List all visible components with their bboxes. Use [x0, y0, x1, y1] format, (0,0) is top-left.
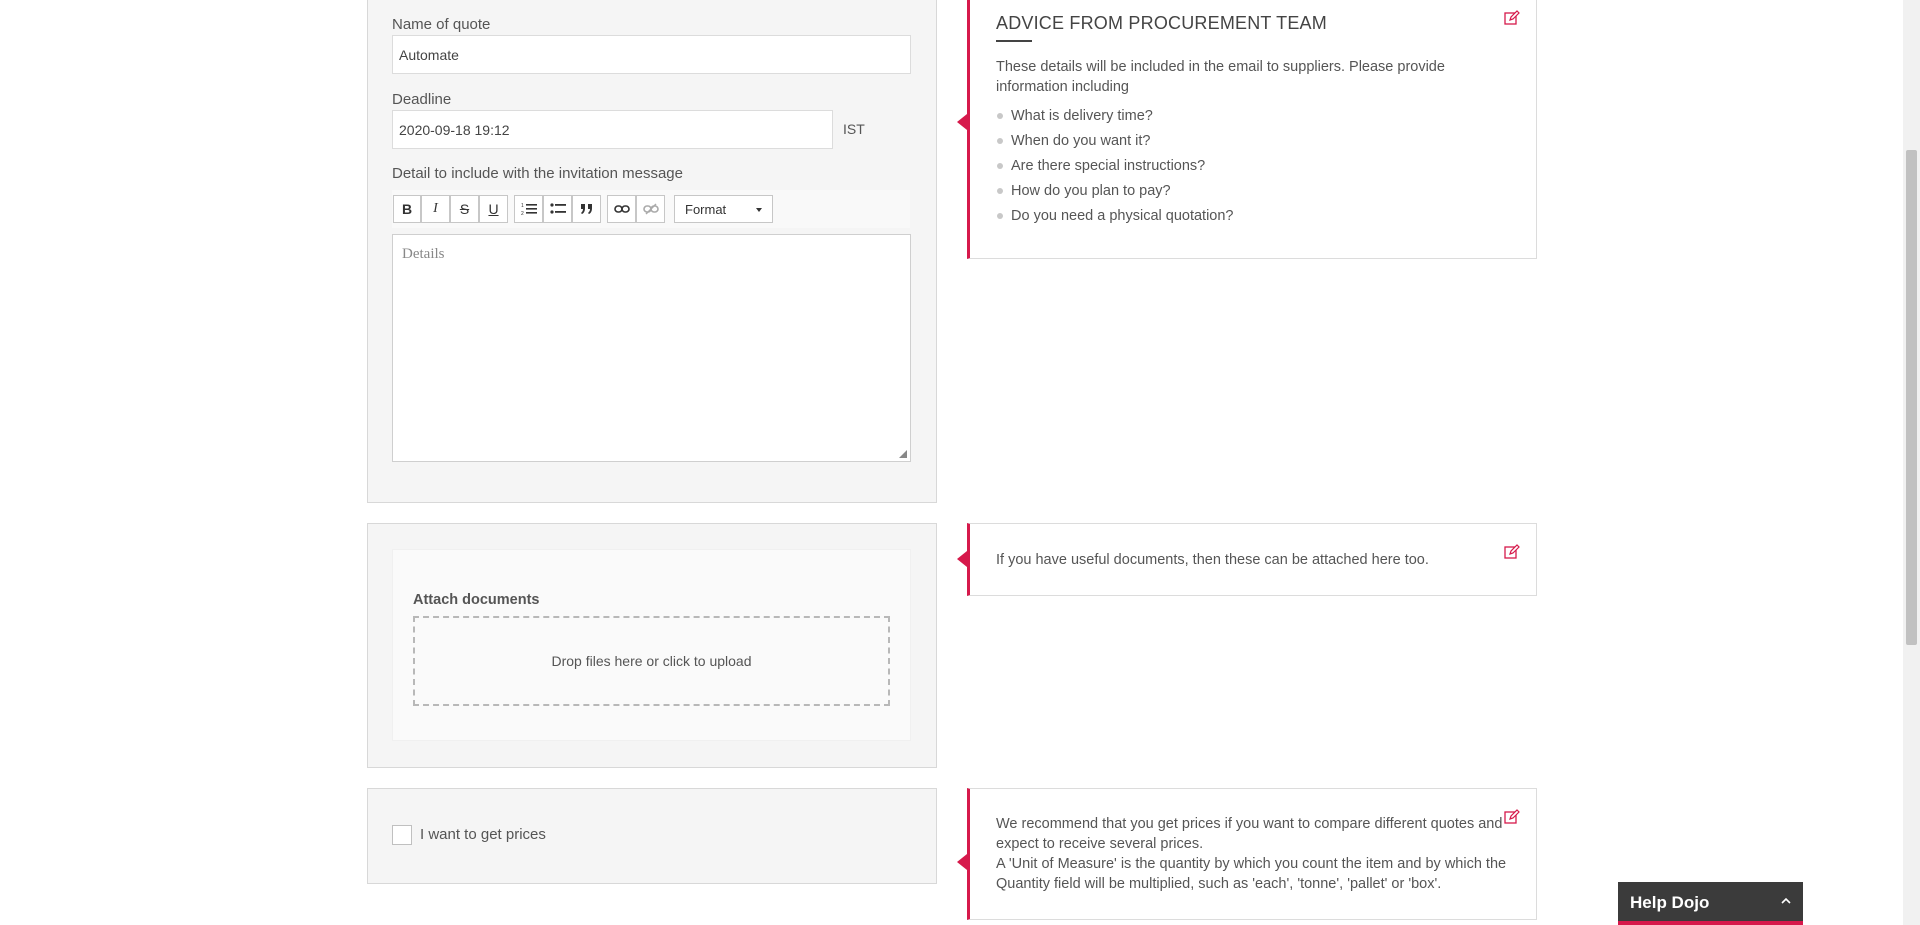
advice-attach-text: If you have useful documents, then these…: [996, 552, 1429, 568]
file-dropzone[interactable]: Drop files here or click to upload: [413, 616, 890, 706]
advice-intro: These details will be included in the em…: [996, 59, 1445, 95]
ordered-list-icon: 1 2: [521, 203, 537, 216]
list-item: How do you plan to pay?: [996, 181, 1234, 206]
chevron-up-icon[interactable]: [1779, 894, 1793, 908]
quote-name-input[interactable]: Automate: [392, 35, 911, 74]
timezone-label: IST: [843, 121, 865, 137]
ordered-list-button[interactable]: 1 2: [514, 195, 543, 223]
advice-pointer: [957, 551, 967, 567]
advice-box-details: ADVICE FROM PROCUREMENT TEAM These detai…: [957, 0, 1537, 259]
blockquote-button[interactable]: [572, 195, 601, 223]
advice-pointer: [957, 854, 967, 870]
edit-icon[interactable]: [1504, 10, 1520, 26]
scrollbar-thumb[interactable]: [1906, 150, 1917, 645]
list-item: Are there special instructions?: [996, 156, 1234, 181]
advice-unit-text: A 'Unit of Measure' is the quantity by w…: [996, 856, 1507, 892]
get-prices-checkbox[interactable]: [392, 825, 412, 845]
title-underline: [996, 40, 1032, 42]
help-dojo-widget[interactable]: Help Dojo: [1618, 882, 1803, 925]
page-scrollbar[interactable]: [1903, 0, 1920, 925]
svg-text:1: 1: [521, 203, 524, 209]
bullet-list-button[interactable]: [543, 195, 572, 223]
bullet-list-icon: [549, 203, 566, 214]
details-placeholder: Details: [402, 246, 445, 262]
advice-prices-text: We recommend that you get prices if you …: [996, 816, 1503, 852]
advice-pointer: [957, 114, 967, 130]
advice-list: What is delivery time? When do you want …: [996, 106, 1234, 231]
quote-name-label: Name of quote: [392, 16, 491, 33]
deadline-input[interactable]: 2020-09-18 19:12: [392, 110, 833, 149]
quote-icon: [580, 204, 592, 214]
details-editor[interactable]: Details: [392, 234, 911, 462]
attach-documents-label: Attach documents: [413, 592, 540, 608]
unlink-icon: [642, 203, 659, 215]
svg-text:2: 2: [521, 211, 524, 216]
help-dojo-title: Help Dojo: [1630, 893, 1710, 912]
list-item: What is delivery time?: [996, 106, 1234, 131]
advice-title: ADVICE FROM PROCUREMENT TEAM: [996, 13, 1327, 33]
bold-button[interactable]: B: [393, 195, 421, 223]
chevron-down-icon: [756, 208, 762, 212]
strikethrough-button[interactable]: S: [450, 195, 479, 223]
dropzone-text: Drop files here or click to upload: [551, 653, 752, 669]
underline-button[interactable]: U: [479, 195, 508, 223]
link-icon: [613, 205, 630, 213]
deadline-label: Deadline: [392, 91, 452, 108]
detail-label: Detail to include with the invitation me…: [392, 165, 683, 182]
list-item: When do you want it?: [996, 131, 1234, 156]
list-item: Do you need a physical quotation?: [996, 206, 1234, 231]
get-prices-label[interactable]: I want to get prices: [420, 826, 546, 843]
link-button[interactable]: [607, 195, 636, 223]
format-dropdown[interactable]: Format: [674, 195, 773, 223]
format-label: Format: [685, 201, 727, 217]
resize-handle[interactable]: [899, 450, 907, 458]
unlink-button[interactable]: [636, 195, 665, 223]
italic-button[interactable]: I: [421, 195, 450, 223]
advice-box-attachments: If you have useful documents, then these…: [957, 523, 1537, 596]
advice-box-prices: We recommend that you get prices if you …: [957, 788, 1537, 920]
